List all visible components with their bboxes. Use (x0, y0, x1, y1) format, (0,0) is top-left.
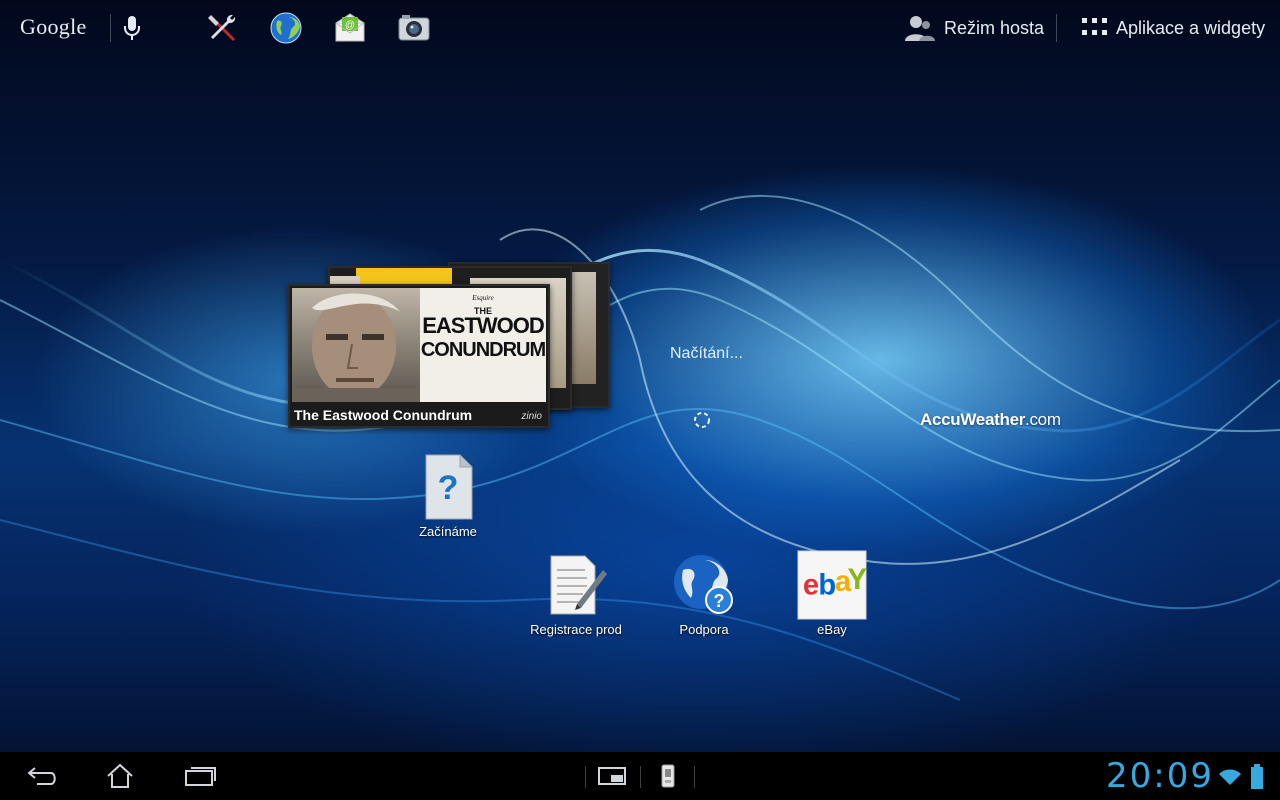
cover-photo (292, 288, 420, 402)
guest-user-icon (905, 16, 935, 41)
shortcut-label: Podpora (679, 622, 729, 637)
document-pen-icon (541, 550, 611, 620)
magazine-brand: Esquire (472, 294, 494, 302)
svg-text:?: ? (438, 469, 459, 507)
magazine-cover: Esquire THE EASTWOOD CONUNDRUM (292, 288, 546, 402)
bar-separator (694, 766, 695, 788)
voice-search-icon[interactable] (114, 10, 150, 46)
shortcut-support[interactable]: ? Podpora (654, 550, 754, 637)
wallpaper (0, 0, 1280, 752)
ebay-logo-icon: e b a Y (797, 550, 867, 620)
email-icon[interactable]: @ (332, 10, 368, 46)
apps-widgets-button[interactable]: Aplikace a widgety (1082, 12, 1265, 44)
accuweather-brand: AccuWeather (920, 410, 1026, 429)
loading-spinner-icon (692, 410, 712, 435)
svg-text:?: ? (714, 591, 725, 611)
guest-mode-button[interactable]: Režim hosta (904, 12, 1044, 44)
browser-globe-icon[interactable] (268, 10, 304, 46)
screenshot-button[interactable] (588, 760, 636, 792)
svg-text:@: @ (345, 20, 355, 31)
shortcut-label: Registrace prod (530, 622, 622, 637)
top-right-separator (1056, 14, 1057, 42)
zinio-logo: zinio (521, 411, 542, 422)
camera-icon[interactable] (396, 10, 432, 46)
home-icon (107, 763, 133, 788)
top-bar: Google @ Režim hosta Aplikace a widgety (0, 0, 1280, 56)
back-button[interactable] (18, 760, 66, 792)
top-separator (110, 14, 111, 42)
status-clock[interactable]: 20:09 (1106, 756, 1214, 796)
bar-separator (640, 766, 641, 788)
small-window-icon (598, 767, 626, 785)
system-bar: 20:09 (0, 752, 1280, 800)
accuweather-suffix: .com (1025, 410, 1061, 429)
accuweather-widget[interactable]: AccuWeather.com (920, 410, 1061, 430)
apps-grid-icon (1082, 18, 1107, 35)
zinio-magazine-widget[interactable]: Esquire THE EASTWOOD CONUNDRUM The Eastw… (288, 262, 610, 428)
back-arrow-icon (27, 767, 56, 785)
cover-line-2: EASTWOOD (422, 313, 545, 338)
bar-separator (585, 766, 586, 788)
recent-apps-button[interactable] (176, 760, 224, 792)
battery-icon (1250, 764, 1264, 795)
support-globe-icon: ? (669, 550, 739, 620)
usb-storage-button[interactable] (644, 760, 692, 792)
help-document-icon: ? (413, 452, 483, 522)
apps-widgets-label: Aplikace a widgety (1116, 17, 1266, 38)
svg-text:Y: Y (848, 564, 867, 596)
magazine-card-front[interactable]: Esquire THE EASTWOOD CONUNDRUM The Eastw… (288, 284, 550, 428)
loading-label: Načítání... (670, 345, 743, 362)
wallpaper-waves (0, 195, 1280, 701)
tools-icon[interactable] (204, 10, 240, 46)
home-button[interactable] (96, 760, 144, 792)
svg-text:b: b (818, 570, 836, 602)
shortcut-ebay[interactable]: e b a Y eBay (782, 550, 882, 637)
guest-mode-label: Režim hosta (944, 17, 1045, 38)
magazine-caption: The Eastwood Conundrum (294, 407, 473, 423)
shortcut-label: eBay (817, 622, 847, 637)
cover-text: Esquire THE EASTWOOD CONUNDRUM (420, 288, 546, 402)
shortcut-registration[interactable]: Registrace prod (526, 550, 626, 637)
google-search-label[interactable]: Google (20, 14, 87, 40)
svg-text:e: e (803, 570, 819, 602)
shortcut-getting-started[interactable]: ? Začínáme (398, 452, 498, 539)
recent-apps-icon (185, 767, 216, 786)
shortcut-label: Začínáme (419, 524, 477, 539)
wifi-icon (1218, 768, 1242, 791)
cover-line-3: CONUNDRUM (420, 339, 546, 361)
usb-storage-icon (661, 764, 675, 788)
